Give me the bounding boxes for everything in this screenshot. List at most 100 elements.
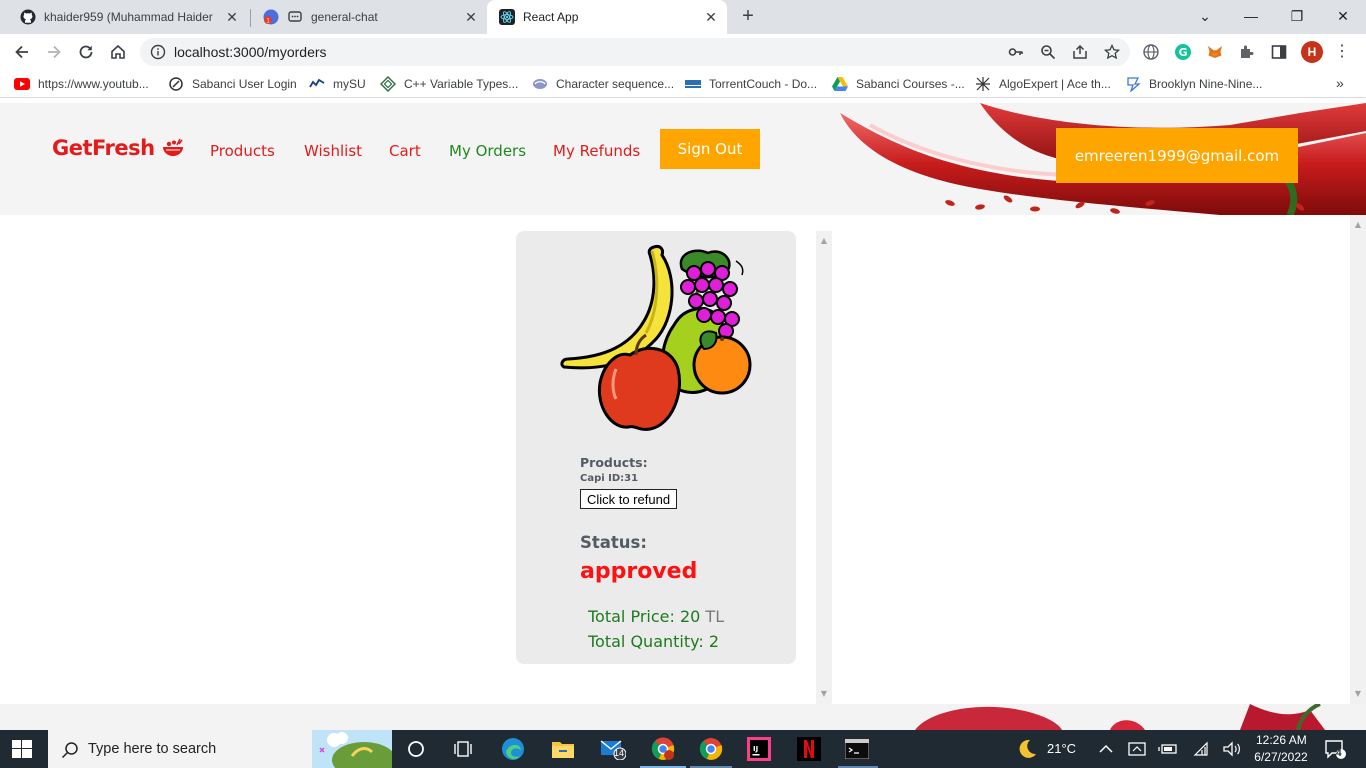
taskbar-search-box[interactable]: Type here to search <box>48 730 392 768</box>
home-icon[interactable] <box>106 40 130 64</box>
bookmark-sabanci-courses[interactable]: Sabanci Courses -... <box>832 75 965 93</box>
orders-list-scrollbar[interactable]: ▲ ▼ <box>816 231 832 704</box>
sign-out-button[interactable]: Sign Out <box>660 129 760 169</box>
notification-center-icon[interactable]: 4 <box>1322 736 1348 762</box>
tab-title: khaider959 (Muhammad Haider <box>44 10 213 24</box>
chrome-icon[interactable] <box>698 736 724 762</box>
couch-icon <box>685 76 701 92</box>
site-info-icon[interactable] <box>150 44 166 60</box>
browser-menu-icon[interactable]: ⋮ <box>1334 42 1350 62</box>
chrome-profile-icon[interactable] <box>650 736 676 762</box>
address-bar[interactable]: localhost:3000/myorders <box>140 38 1130 66</box>
fruit-basket-image <box>560 245 752 431</box>
browser-tab-github[interactable]: khaider959 (Muhammad Haider ✕ <box>8 0 248 34</box>
volume-icon[interactable] <box>1219 736 1245 762</box>
metamask-icon[interactable] <box>1205 42 1225 62</box>
weather-temperature[interactable]: 21°C <box>1047 741 1076 756</box>
new-tab-button[interactable]: + <box>738 6 758 26</box>
status-value: approved <box>580 559 698 584</box>
bookmark-youtube[interactable]: https://www.youtub... <box>14 75 149 93</box>
nav-wishlist-link[interactable]: Wishlist <box>304 142 362 160</box>
windows-taskbar: Type here to search 14 IJ 21°C 12:26 AM … <box>0 730 1366 768</box>
orders-content: Products: Capi ID:31 Click to refund Sta… <box>0 215 1366 704</box>
refund-button[interactable]: Click to refund <box>580 489 677 509</box>
browser-tab-react-app[interactable]: React App ✕ <box>487 0 727 34</box>
close-window-icon[interactable]: ✕ <box>1333 6 1353 26</box>
gmail-badge-icon: 1 <box>263 9 279 25</box>
close-tab-icon[interactable]: ✕ <box>224 9 240 25</box>
diamond-icon <box>380 76 396 92</box>
nav-cart-link[interactable]: Cart <box>389 142 421 160</box>
scroll-down-arrow-icon[interactable]: ▼ <box>820 690 828 698</box>
bookmark-sabanci-login[interactable]: Sabanci User Login <box>168 75 297 93</box>
bookmark-label: https://www.youtub... <box>38 77 149 91</box>
mail-icon[interactable]: 14 <box>600 736 626 762</box>
puzzle-extensions-icon[interactable] <box>1237 42 1257 62</box>
weather-moon-icon[interactable] <box>1014 736 1040 762</box>
drive-icon <box>832 76 848 92</box>
reload-icon[interactable] <box>74 40 98 64</box>
netflix-icon[interactable] <box>796 736 822 762</box>
cortana-icon[interactable] <box>403 736 429 762</box>
cpp-icon <box>532 76 548 92</box>
nav-my-refunds-link[interactable]: My Refunds <box>553 142 640 160</box>
search-highlight-illustration <box>312 730 392 768</box>
file-explorer-icon[interactable] <box>550 736 576 762</box>
grammarly-icon[interactable]: G <box>1173 42 1193 62</box>
terminal-icon[interactable] <box>844 736 870 762</box>
tab-title: React App <box>523 10 579 24</box>
site-logo[interactable]: GetFresh <box>52 136 185 160</box>
minimize-window-icon[interactable]: — <box>1241 6 1261 26</box>
page-scrollbar[interactable]: ▲ ▼ <box>1350 215 1366 704</box>
total-price-value: 20 <box>679 607 701 626</box>
order-card: Products: Capi ID:31 Click to refund Sta… <box>516 231 796 664</box>
scroll-up-arrow-icon[interactable]: ▲ <box>820 237 828 245</box>
task-view-icon[interactable] <box>450 736 476 762</box>
nav-products-link[interactable]: Products <box>210 142 275 160</box>
battery-icon[interactable] <box>1155 736 1181 762</box>
zoom-icon[interactable] <box>1040 44 1056 60</box>
show-hidden-icons-chevron-icon[interactable] <box>1093 736 1119 762</box>
clock-time[interactable]: 12:26 AM <box>1256 733 1307 747</box>
clock-date[interactable]: 6/27/2022 <box>1253 750 1309 764</box>
bookmark-cpp-variable-types[interactable]: C++ Variable Types... <box>380 75 518 93</box>
wifi-icon[interactable] <box>1189 736 1215 762</box>
bookmark-label: Character sequence... <box>556 77 675 91</box>
globe-extension-icon[interactable] <box>1141 42 1161 62</box>
forward-arrow-icon[interactable] <box>42 40 66 64</box>
browser-tab-strip: khaider959 (Muhammad Haider ✕ 1 general-… <box>0 0 1366 34</box>
close-tab-icon[interactable]: ✕ <box>463 9 479 25</box>
close-tab-icon[interactable]: ✕ <box>703 9 719 25</box>
share-icon[interactable] <box>1072 44 1088 60</box>
bookmark-mysu[interactable]: mySU <box>309 75 366 93</box>
notification-count: 4 <box>1336 748 1342 759</box>
edge-icon[interactable] <box>500 736 526 762</box>
intellij-icon[interactable]: IJ <box>746 736 772 762</box>
radish-banner-image <box>0 704 1366 730</box>
products-label: Products: <box>580 455 648 470</box>
salad-bowl-icon <box>162 138 183 156</box>
restore-window-icon[interactable]: ❐ <box>1287 6 1307 26</box>
bookmark-brooklyn-nine-nine[interactable]: Brooklyn Nine-Nine... <box>1125 75 1262 93</box>
nav-my-orders-link[interactable]: My Orders <box>449 142 526 160</box>
key-icon[interactable] <box>1008 44 1024 60</box>
bookmark-star-icon[interactable] <box>1104 44 1120 60</box>
youtube-icon <box>14 76 30 92</box>
bookmark-label: Sabanci User Login <box>192 77 297 91</box>
tablet-mode-icon[interactable] <box>1124 736 1150 762</box>
bookmark-character-sequence[interactable]: Character sequence... <box>532 75 674 93</box>
windows-start-icon[interactable] <box>12 740 32 758</box>
react-icon <box>499 9 515 25</box>
side-panel-icon[interactable] <box>1269 42 1289 62</box>
more-bookmarks-chevron-icon[interactable]: » <box>1336 75 1344 91</box>
browser-tab-general-chat[interactable]: 1 general-chat ✕ <box>251 0 487 34</box>
bookmark-torrentcouch[interactable]: TorrentCouch - Do... <box>685 75 817 93</box>
scroll-up-arrow-icon[interactable]: ▲ <box>1354 221 1362 229</box>
total-quantity-row: Total Quantity: 2 <box>588 632 719 651</box>
back-arrow-icon[interactable] <box>10 40 34 64</box>
user-email-button[interactable]: emreeren1999@gmail.com <box>1056 128 1298 183</box>
tab-search-chevron-icon[interactable]: ⌄ <box>1195 6 1215 26</box>
bookmark-algoexpert[interactable]: AlgoExpert | Ace th... <box>975 75 1111 93</box>
scroll-down-arrow-icon[interactable]: ▼ <box>1354 690 1362 698</box>
profile-avatar[interactable]: H <box>1301 41 1323 63</box>
